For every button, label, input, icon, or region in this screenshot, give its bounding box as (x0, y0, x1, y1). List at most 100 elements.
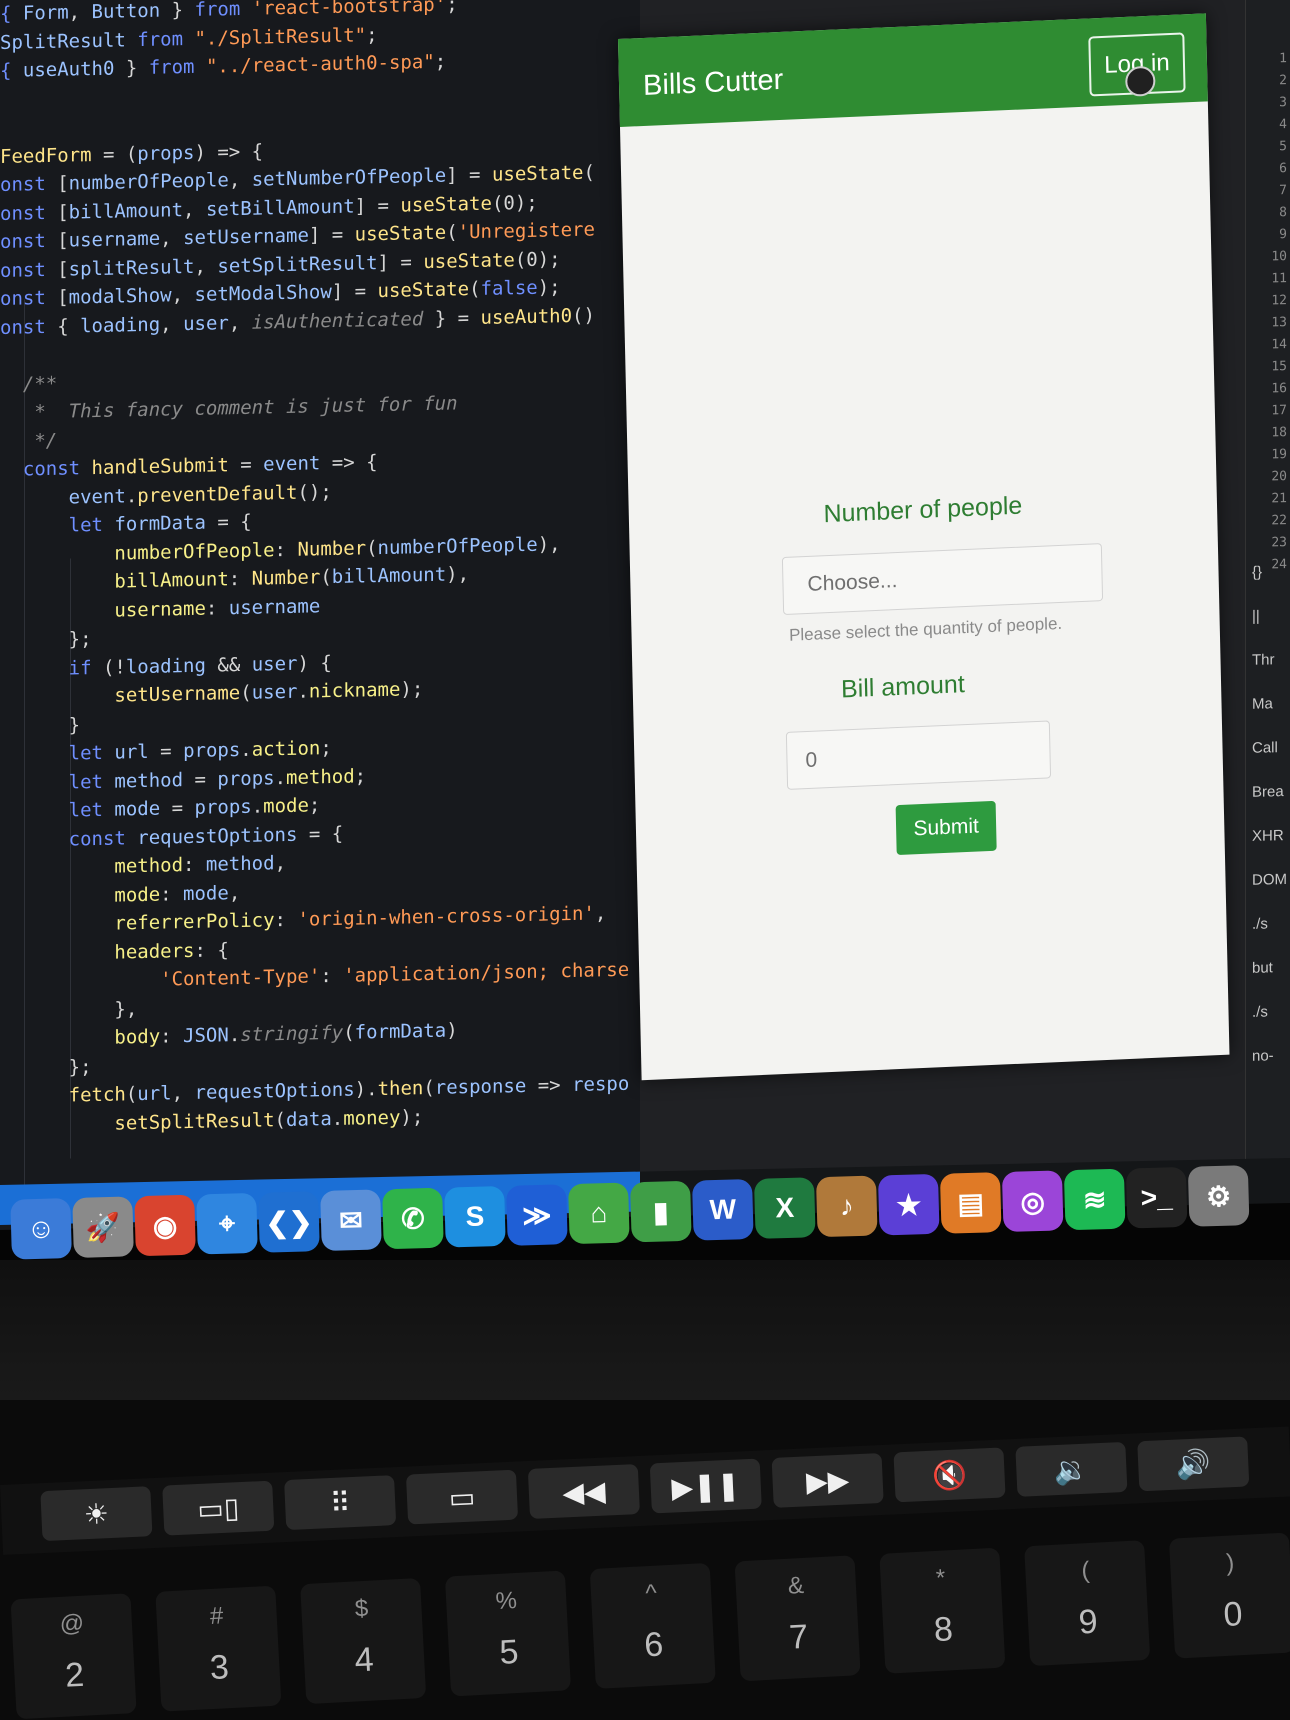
devtools-line-number: 4 (1279, 117, 1287, 133)
devtools-line-number: 6 (1279, 161, 1287, 177)
volume-up-icon[interactable]: 🔊 (1137, 1436, 1250, 1492)
key-shift-symbol: ) (1225, 1549, 1235, 1577)
devtools-line-number: 2 (1279, 73, 1287, 89)
terminal-icon[interactable]: >_ (1125, 1166, 1188, 1229)
key-digit: 4 (353, 1640, 375, 1680)
key-digit: 5 (498, 1632, 520, 1672)
keyboard-key[interactable]: ) 0 (1168, 1532, 1290, 1659)
keyboard-key[interactable]: % 5 (444, 1570, 572, 1697)
fast-forward-icon[interactable]: ▶▶ (771, 1452, 884, 1508)
spotify-icon[interactable]: ≋ (1063, 1168, 1126, 1231)
devtools-line-number: 11 (1271, 271, 1287, 287)
key-digit: 3 (208, 1648, 230, 1688)
keyboard-key[interactable]: (9 (1024, 1540, 1151, 1667)
system-preferences-icon[interactable]: ⚙ (1187, 1165, 1250, 1227)
key-digit: 2 (64, 1655, 86, 1695)
mute-icon[interactable]: 🔇 (893, 1447, 1006, 1503)
instruments-icon[interactable]: ♪ (815, 1175, 878, 1238)
key-digit: 9 (1077, 1602, 1099, 1642)
devtools-line-number: 21 (1271, 491, 1287, 507)
numbers-icon[interactable]: ▮ (630, 1180, 692, 1243)
key-digit: 0 (1222, 1595, 1244, 1634)
devtools-line-number: 20 (1271, 469, 1287, 485)
devtools-item[interactable]: XHR (1252, 827, 1284, 845)
devtools-line-number: 18 (1271, 425, 1287, 441)
key-shift-symbol: % (494, 1586, 518, 1616)
devtools-line-number: 8 (1279, 205, 1287, 221)
devtools-line-number: 10 (1271, 249, 1287, 265)
devtools-line-number: 13 (1271, 315, 1287, 331)
devtools-line-number: 3 (1279, 95, 1287, 111)
key-shift-symbol: # (209, 1602, 225, 1631)
vscode-icon[interactable]: ❮❯ (258, 1191, 320, 1253)
devtools-line-number: 16 (1271, 381, 1287, 397)
chrome-icon[interactable]: ◉ (134, 1194, 196, 1257)
devtools-line-number: 9 (1279, 227, 1287, 243)
jira-icon[interactable]: ≫ (506, 1184, 568, 1246)
safari-icon[interactable]: ⌖ (196, 1192, 258, 1255)
devtools-item[interactable]: Brea (1252, 783, 1284, 801)
devtools-item[interactable]: Thr (1252, 651, 1275, 668)
app-viewport: Bills Cutter Log in Number of people Cho… (618, 13, 1230, 1081)
launchpad-icon[interactable]: 🚀 (72, 1196, 134, 1258)
photo-scene: { Form, Button } from 'react-bootstrap';… (0, 0, 1290, 1720)
imovie-icon[interactable]: ★ (877, 1173, 940, 1236)
devtools-item[interactable]: || (1252, 608, 1260, 625)
split-form: Number of people Choose... Please select… (618, 13, 1229, 1080)
preview-icon[interactable]: ✉ (320, 1189, 382, 1252)
podcasts-icon[interactable]: ◎ (1001, 1170, 1064, 1232)
word-icon[interactable]: W (692, 1178, 754, 1241)
brightness-icon[interactable]: ☀ (40, 1486, 153, 1542)
keyboard-key[interactable]: @2 (10, 1593, 137, 1720)
devtools-item[interactable]: ./s (1252, 1003, 1268, 1020)
keyboard-key[interactable]: #3 (155, 1585, 282, 1712)
keyboard-key[interactable]: $4 (300, 1578, 427, 1705)
key-shift-symbol: ^ (644, 1579, 658, 1608)
devtools-panel: 1 2 3 4 5 6 7 8 9 10 11 12 13 14 15 16 17 18 19 20 21 22 23 24{… (1245, 0, 1290, 1159)
volume-down-icon[interactable]: 🔉 (1015, 1441, 1128, 1497)
bill-amount-value: 0 (805, 748, 818, 773)
devtools-line-number: 24 (1271, 557, 1287, 573)
devtools-line-number: 15 (1271, 359, 1287, 375)
devtools-line-number: 7 (1279, 183, 1287, 199)
people-help-text: Please select the quantity of people. (788, 613, 1063, 645)
maps-icon[interactable]: ⌂ (568, 1182, 630, 1245)
devtools-item[interactable]: no- (1252, 1047, 1274, 1064)
keyboard-key[interactable]: * 8 (879, 1547, 1006, 1674)
skype-icon[interactable]: S (444, 1185, 506, 1248)
devtools-line-number: 1 (1279, 51, 1287, 67)
people-select[interactable]: Choose... (781, 543, 1104, 615)
mission-control-icon[interactable]: ▭▯ (162, 1480, 275, 1536)
devtools-item[interactable]: but (1252, 959, 1273, 976)
key-shift-symbol: @ (58, 1609, 85, 1638)
code-editor: { Form, Button } from 'react-bootstrap';… (0, 0, 640, 1230)
display-icon[interactable]: ▭ (405, 1469, 519, 1525)
devtools-item[interactable]: Call (1252, 739, 1278, 757)
devtools-item[interactable]: {} (1252, 564, 1262, 581)
rewind-icon[interactable]: ◀◀ (527, 1464, 640, 1519)
finder-icon[interactable]: ☺ (10, 1198, 72, 1260)
devtools-line-number: 14 (1271, 337, 1287, 353)
laptop-bezel (0, 1260, 1290, 1400)
devtools-item[interactable]: DOM (1252, 871, 1287, 889)
laptop-screen: { Form, Button } from 'react-bootstrap';… (0, 0, 1290, 1230)
submit-button[interactable]: Submit (895, 800, 997, 856)
key-digit: 6 (643, 1625, 665, 1665)
devtools-line-number: 12 (1271, 293, 1287, 309)
code-text[interactable]: { Form, Button } from 'react-bootstrap';… (0, 0, 640, 1140)
key-shift-symbol: * (935, 1564, 947, 1592)
people-select-placeholder: Choose... (807, 569, 898, 596)
excel-icon[interactable]: X (753, 1177, 816, 1239)
key-digit: 7 (788, 1617, 810, 1657)
devtools-item[interactable]: ./s (1252, 915, 1268, 932)
keyboard-key[interactable]: ^ 6 (589, 1562, 716, 1689)
books-icon[interactable]: ▤ (939, 1172, 1002, 1234)
whatsapp-icon[interactable]: ✆ (382, 1187, 444, 1250)
keyboard-key[interactable]: & 7 (734, 1555, 861, 1682)
bill-amount-input[interactable]: 0 (785, 720, 1052, 790)
key-shift-symbol: $ (354, 1594, 369, 1623)
devtools-item[interactable]: Ma (1252, 695, 1273, 712)
people-label: Number of people (823, 491, 1023, 529)
play-pause-icon[interactable]: ▶❚❚ (649, 1458, 762, 1514)
launchpad-grid-icon[interactable]: ⠿ (284, 1475, 397, 1531)
